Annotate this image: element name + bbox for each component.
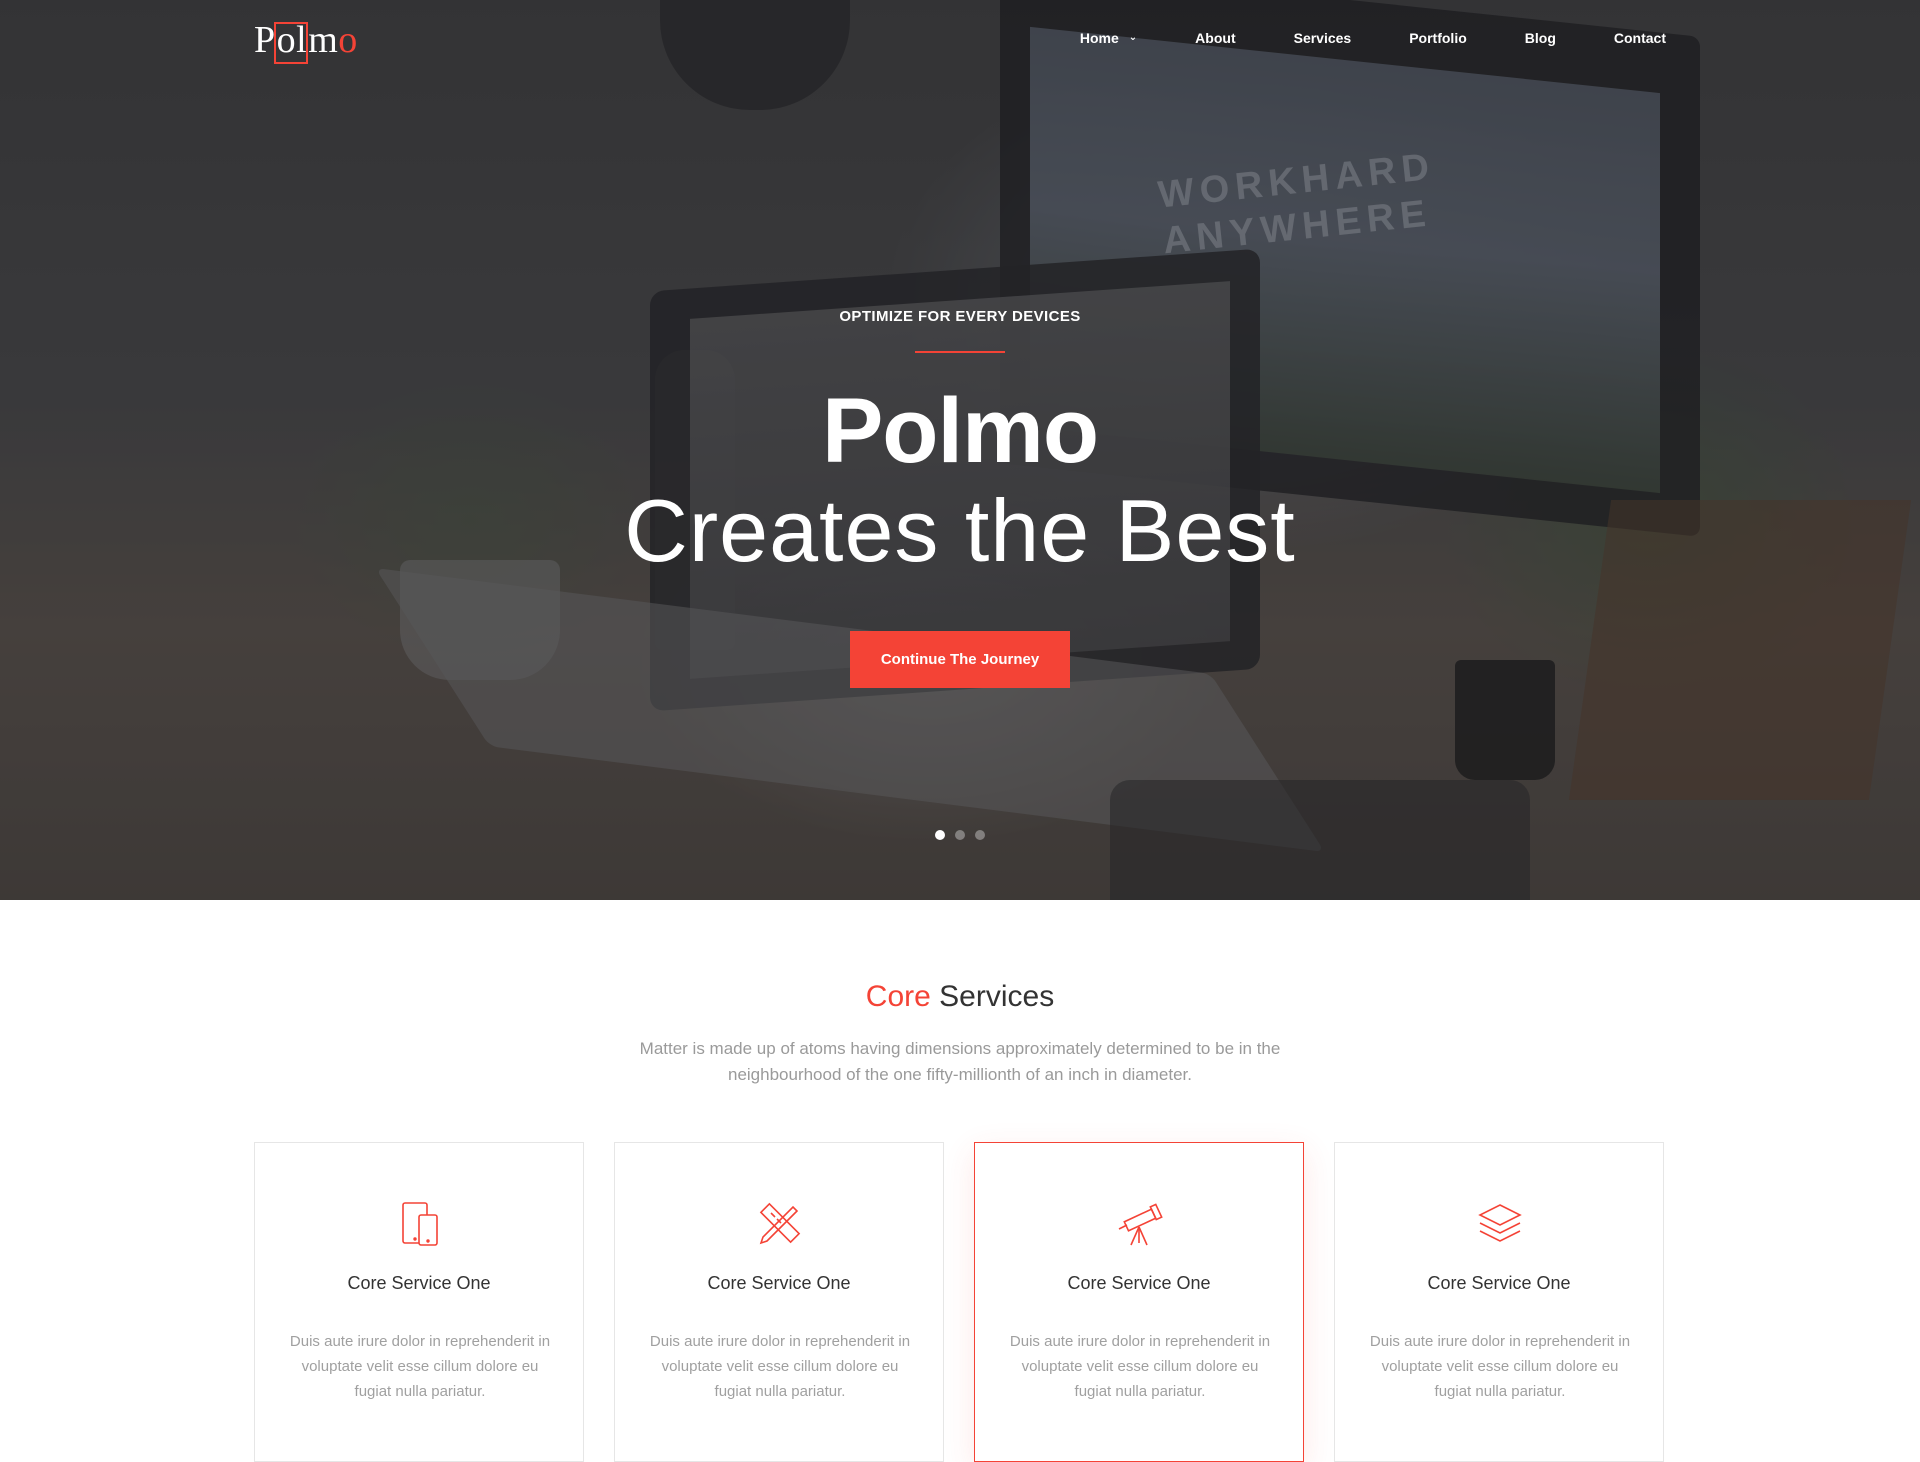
nav-item-blog[interactable]: Blog xyxy=(1525,30,1556,46)
design-tools-icon xyxy=(759,1202,801,1245)
chevron-down-icon: ⌄ xyxy=(1128,32,1138,43)
nav-item-about[interactable]: About xyxy=(1195,30,1235,46)
nav-item-portfolio[interactable]: Portfolio xyxy=(1409,30,1467,46)
hero-subtitle: Creates the Best xyxy=(624,481,1296,580)
services-description: Matter is made up of atoms having dimens… xyxy=(639,1039,1281,1084)
service-card-text: Duis aute irure dolor in reprehenderit i… xyxy=(1009,1333,1271,1400)
services-title-rest: Services xyxy=(930,980,1055,1013)
logo-accent-letter: o xyxy=(338,19,358,61)
slider-dot-3[interactable] xyxy=(975,830,985,840)
logo-letter: P xyxy=(254,19,276,61)
slider-dot-2[interactable] xyxy=(955,830,965,840)
service-cards: Core Service One Duis aute irure dolor i… xyxy=(254,1142,1666,1462)
service-card-1[interactable]: Core Service One Duis aute irure dolor i… xyxy=(254,1142,584,1462)
service-card-text: Duis aute irure dolor in reprehenderit i… xyxy=(289,1333,551,1400)
services-section: Core Services Matter is made up of atoms… xyxy=(0,900,1920,1462)
service-card-title: Core Service One xyxy=(1067,1273,1211,1293)
service-card-title: Core Service One xyxy=(707,1273,851,1293)
nav-item-contact[interactable]: Contact xyxy=(1614,30,1666,46)
hero-eyebrow: OPTIMIZE FOR EVERY DEVICES xyxy=(839,308,1081,325)
main-nav: Home ⌄ About Services Portfolio Blog Con… xyxy=(1080,30,1666,46)
service-card-3[interactable]: Core Service One Duis aute irure dolor i… xyxy=(974,1142,1304,1462)
service-card-title: Core Service One xyxy=(347,1273,491,1293)
devices-icon xyxy=(402,1202,438,1246)
service-card-text: Duis aute irure dolor in reprehenderit i… xyxy=(1369,1333,1631,1400)
logo-box-letters: ol xyxy=(273,19,308,64)
nav-item-home[interactable]: Home ⌄ xyxy=(1080,30,1137,46)
layers-icon xyxy=(1478,1204,1522,1242)
hero-divider xyxy=(915,351,1005,353)
services-title: Core Services xyxy=(0,980,1920,1014)
service-card-title: Core Service One xyxy=(1427,1273,1571,1293)
hero-content: OPTIMIZE FOR EVERY DEVICES Polmo Creates… xyxy=(0,308,1920,688)
nav-item-services[interactable]: Services xyxy=(1294,30,1352,46)
service-card-2[interactable]: Core Service One Duis aute irure dolor i… xyxy=(614,1142,944,1462)
services-title-accent: Core xyxy=(865,980,931,1013)
service-card-4[interactable]: Core Service One Duis aute irure dolor i… xyxy=(1334,1142,1664,1462)
hero-title: Polmo xyxy=(821,380,1099,482)
telescope-icon xyxy=(1118,1203,1163,1246)
service-card-text: Duis aute irure dolor in reprehenderit i… xyxy=(649,1333,911,1400)
slider-dots xyxy=(0,830,1920,840)
slider-dot-1[interactable] xyxy=(935,830,945,840)
nav-item-label: Home xyxy=(1079,30,1119,46)
hero-section: WORKHARD ANYWHERE Polmo Home ⌄ About Ser… xyxy=(0,0,1920,900)
continue-journey-button[interactable]: Continue The Journey xyxy=(849,631,1071,688)
logo-letter: m xyxy=(308,19,339,61)
site-logo[interactable]: Polmo xyxy=(254,18,358,64)
